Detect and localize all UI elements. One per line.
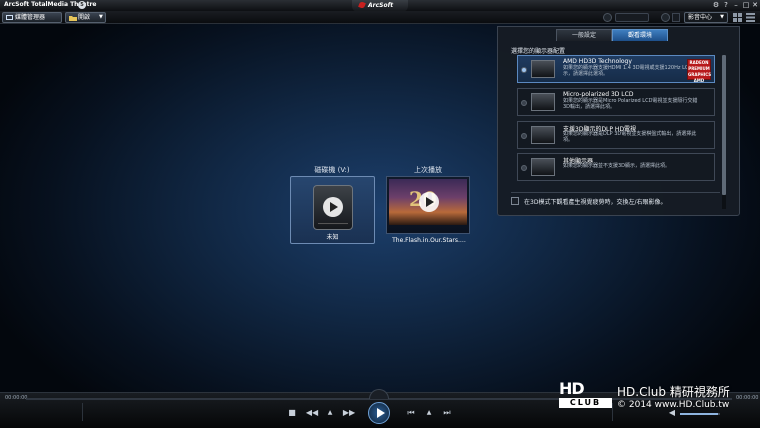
drive-slot bbox=[318, 223, 348, 225]
radio-button[interactable] bbox=[521, 133, 527, 139]
toolbar: 媒體管理器 開啟 ▼ 影音中心 ▼ bbox=[0, 11, 760, 24]
tv-icon bbox=[531, 60, 555, 78]
watermark-url: © 2014 www.HD.Club.tw bbox=[617, 400, 730, 410]
media-center-label: 影音中心 bbox=[688, 14, 713, 21]
list-view-icon[interactable] bbox=[746, 13, 755, 22]
3d-tv-icon bbox=[531, 93, 555, 111]
dlp-tv-icon bbox=[531, 126, 555, 144]
radio-button[interactable] bbox=[521, 67, 527, 73]
option-description: 如果您的顯示器支援HDMI 1.4 3D電視或支援120Hz LCD顯示，請選擇… bbox=[563, 65, 698, 77]
radeon-logo-icon: RADEON PREMIUM GRAPHICS AMD bbox=[687, 59, 712, 83]
disc-caption: 未知 bbox=[326, 234, 339, 241]
swap-eyes-checkbox[interactable] bbox=[511, 197, 519, 205]
option-description: 如果您的顯示器並不支援3D顯示，請選擇此項。 bbox=[563, 163, 671, 169]
power-icon[interactable] bbox=[603, 13, 612, 22]
display-option-micro-polarized[interactable]: Micro-polarized 3D LCD 如果您的顯示器是Micro Pol… bbox=[517, 88, 715, 116]
last-played-caption: The.Flash.in.Our.Stars.… bbox=[392, 237, 466, 244]
chevron-down-icon: ▼ bbox=[720, 14, 724, 20]
total-time: 00:00:00 bbox=[736, 395, 759, 401]
breadcrumb-open[interactable]: 開啟 ▼ bbox=[65, 12, 106, 23]
breadcrumb-media-manager-label: 媒體管理器 bbox=[15, 14, 46, 21]
display-settings-panel: 一般設定 觀看環境 選擇您的顯示器配置 AMD HD3D Technology … bbox=[497, 26, 740, 216]
divider bbox=[612, 403, 613, 421]
breadcrumb-media-manager[interactable]: 媒體管理器 bbox=[2, 12, 62, 23]
panel-scrollbar-thumb[interactable] bbox=[722, 55, 726, 195]
hd-logo-top: HD bbox=[559, 379, 585, 398]
app-window: ArcSoft TotalMedia Theatre 5 ArcSoft ⚙ ?… bbox=[0, 0, 760, 428]
radio-button[interactable] bbox=[521, 165, 527, 171]
grid-view-icon[interactable] bbox=[733, 13, 742, 22]
play-icon bbox=[419, 192, 439, 212]
monitor-icon bbox=[6, 15, 13, 20]
maximize-icon[interactable]: □ bbox=[742, 1, 750, 9]
monitor-icon bbox=[531, 158, 555, 176]
last-played-label: 上次播放 bbox=[414, 166, 442, 174]
option-description: 如果您的顯示器是DLP 3D電視並支援棋盤式輸出，請選擇此項。 bbox=[563, 131, 697, 143]
hd-club-logo: HD CLUB bbox=[559, 381, 612, 409]
title-bar: ArcSoft TotalMedia Theatre 5 ArcSoft ⚙ ?… bbox=[0, 0, 760, 12]
tab-general-settings[interactable]: 一般設定 bbox=[556, 29, 612, 41]
watermark-title: HD.Club 精研視務所 bbox=[617, 385, 730, 399]
version-badge: 5 bbox=[78, 1, 86, 9]
tab-viewing-environment[interactable]: 觀看環境 bbox=[612, 29, 668, 41]
disc-drive-label: 磁碟機 (V:) bbox=[314, 166, 350, 174]
expand-handle[interactable] bbox=[369, 389, 389, 399]
folder-icon bbox=[69, 15, 77, 21]
last-played-thumbnail: 20 bbox=[389, 179, 467, 225]
disc-drive-icon bbox=[313, 185, 353, 230]
volume-level bbox=[680, 413, 718, 415]
next-chapter-icon[interactable]: ⏭ bbox=[442, 408, 452, 418]
display-option-dlp[interactable]: 支援3D顯示的DLP HD電視 如果您的顯示器是DLP 3D電視並支援棋盤式輸出… bbox=[517, 121, 715, 149]
divider bbox=[511, 192, 720, 193]
chevron-down-icon: ▼ bbox=[99, 14, 103, 20]
eject-icon[interactable]: ▲ bbox=[425, 408, 433, 418]
disc-drive-tile[interactable]: 未知 bbox=[290, 176, 375, 244]
settings-gear-icon[interactable]: ⚙ bbox=[712, 1, 720, 9]
media-center-dropdown[interactable]: 影音中心 ▼ bbox=[684, 12, 728, 23]
help-icon[interactable]: ? bbox=[722, 1, 730, 9]
display-option-amd-hd3d[interactable]: AMD HD3D Technology 如果您的顯示器支援HDMI 1.4 3D… bbox=[517, 55, 715, 83]
play-button[interactable] bbox=[368, 402, 390, 424]
3d-mode-icon[interactable] bbox=[661, 13, 670, 22]
hd-logo-bottom: CLUB bbox=[559, 398, 612, 408]
arcsoft-logo-icon bbox=[358, 1, 366, 9]
fast-forward-icon[interactable]: ▶▶ bbox=[342, 408, 356, 418]
play-icon bbox=[377, 408, 385, 418]
breadcrumb-open-label: 開啟 bbox=[78, 14, 91, 21]
settings-toggle[interactable] bbox=[672, 13, 680, 22]
play-icon bbox=[323, 197, 343, 217]
display-option-other[interactable]: 其他顯示器 如果您的顯示器並不支援3D顯示，請選擇此項。 bbox=[517, 153, 715, 181]
3d-toggle[interactable] bbox=[615, 13, 649, 22]
elapsed-time: 00:00:00 bbox=[5, 395, 28, 401]
step-up-icon[interactable]: ▲ bbox=[326, 408, 334, 418]
divider bbox=[82, 403, 83, 421]
option-description: 如果您的顯示器是Micro Polarized LCD電視並支援隔行交錯3D輸出… bbox=[563, 98, 698, 110]
brand-name: ArcSoft bbox=[368, 2, 394, 9]
last-played-tile[interactable]: 20 The.Flash.in.Our.Stars.… bbox=[386, 176, 470, 244]
stop-icon[interactable]: ■ bbox=[287, 408, 297, 418]
minimize-icon[interactable]: – bbox=[732, 1, 740, 9]
swap-eyes-label: 在3D模式下觀看產生視覺疲勞時，交換左/右眼影像。 bbox=[524, 199, 667, 206]
radio-button[interactable] bbox=[521, 100, 527, 106]
rewind-icon[interactable]: ◀◀ bbox=[305, 408, 319, 418]
panel-heading: 選擇您的顯示器配置 bbox=[511, 48, 566, 55]
option-title: Micro-polarized 3D LCD bbox=[563, 91, 634, 98]
previous-chapter-icon[interactable]: ⏮ bbox=[406, 408, 416, 418]
close-icon[interactable]: ✕ bbox=[751, 1, 759, 9]
option-title: AMD HD3D Technology bbox=[563, 58, 632, 65]
